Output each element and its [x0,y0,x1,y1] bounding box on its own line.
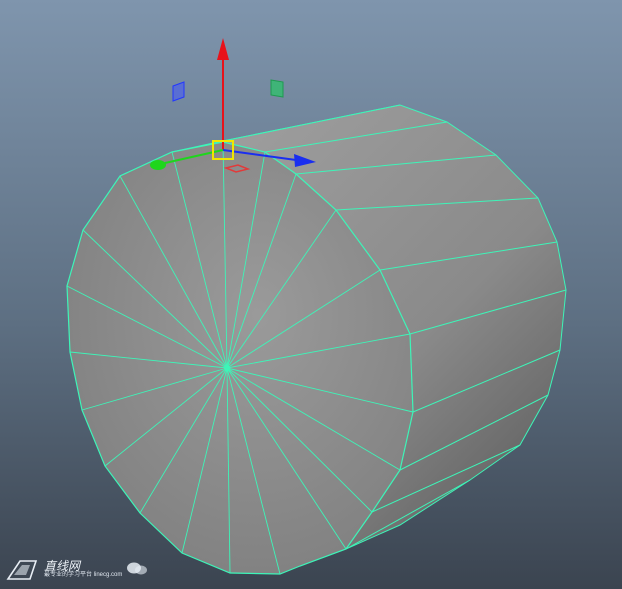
watermark-subtitle: 最专业的学习平台 linecg.com [44,571,123,578]
speech-bubbles-icon [127,562,148,575]
watermark-text: 直线网 最专业的学习平台 linecg.com [44,560,122,579]
watermark-name: 直线网 [44,558,81,573]
manipulator-z-arrow-icon[interactable] [150,160,166,170]
watermark-logo-icon [6,560,38,580]
manipulator-plane-yz-handle[interactable] [270,79,284,98]
manipulator-y-arrow-icon[interactable] [217,38,229,60]
cap-center-vertex[interactable] [224,365,230,371]
3d-viewport[interactable]: 直线网 最专业的学习平台 linecg.com [0,0,622,589]
scene[interactable] [0,0,622,589]
watermark: 直线网 最专业的学习平台 linecg.com [6,555,148,583]
manipulator-plane-xy-handle[interactable] [172,81,185,102]
